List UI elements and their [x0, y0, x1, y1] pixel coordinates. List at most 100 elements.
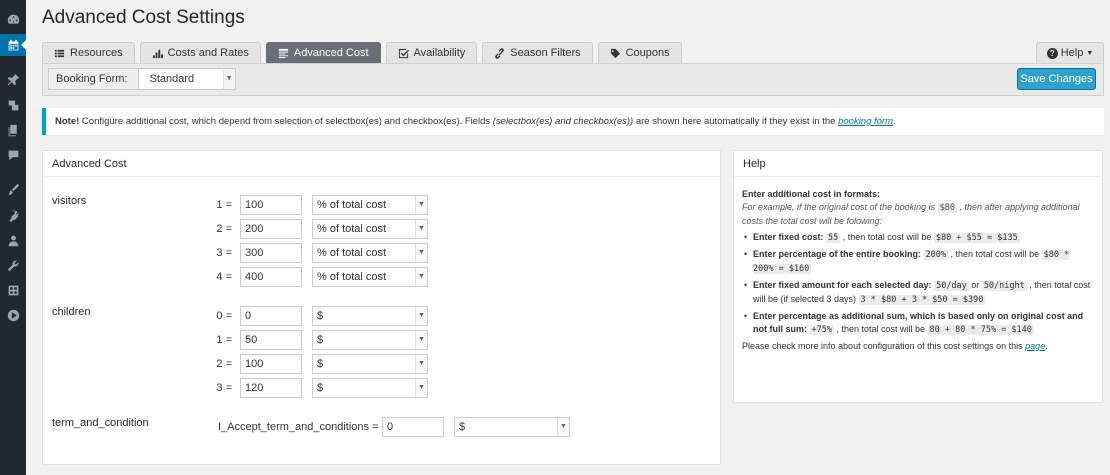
notice-text-2: are shown here automatically if they exi… [633, 116, 839, 127]
help-item-text: , then total cost will be [840, 232, 934, 242]
tab-label: Costs and Rates [167, 47, 249, 59]
cost-value-input[interactable]: 0 [382, 417, 444, 437]
cost-type-value: % of total cost [317, 199, 387, 211]
help-item-title: Enter fixed cost: [753, 232, 824, 242]
help-panel: Help Enter additional cost in formats: F… [733, 150, 1103, 403]
cost-type-value: $ [317, 358, 324, 370]
cost-type-select[interactable]: % of total cost ▼ [312, 243, 428, 263]
option-label: 1 = [216, 199, 232, 211]
chevron-down-icon: ▼ [415, 331, 427, 349]
help-example-text: For example, if the original cost of the… [742, 202, 938, 212]
tab-availability[interactable]: Availability [385, 42, 478, 63]
cost-type-select[interactable]: $ ▼ [312, 330, 428, 350]
help-list-item: Enter fixed cost: 55 , then total cost w… [742, 231, 1092, 245]
tools-icon[interactable] [0, 254, 26, 276]
help-dropdown[interactable]: ? Help ▼ [1036, 42, 1104, 63]
bar-chart-icon [152, 49, 163, 58]
check-square-icon [398, 48, 409, 58]
cost-type-select[interactable]: $ ▼ [312, 354, 428, 374]
caret-down-icon: ▼ [1086, 49, 1094, 57]
help-code: 50/day [934, 281, 969, 291]
page-title: Advanced Cost Settings [42, 7, 245, 28]
cost-type-select[interactable]: % of total cost ▼ [312, 267, 428, 287]
help-list-item: Enter percentage as additional sum, whic… [742, 310, 1092, 337]
cost-value-input[interactable]: 300 [240, 243, 302, 263]
help-page-link[interactable]: page [1025, 341, 1045, 351]
cost-type-value: $ [317, 382, 324, 394]
advanced-cost-panel: Advanced Cost visitors 1 = 100 % of tota… [42, 150, 721, 465]
booking-form-label: Booking Form: [48, 68, 138, 90]
pages-icon[interactable] [0, 119, 26, 141]
chevron-down-icon: ▼ [415, 268, 427, 286]
cost-type-value: % of total cost [317, 271, 387, 283]
settings-icon[interactable] [0, 279, 26, 301]
help-item-text: , then total cost will be [834, 324, 928, 334]
booking-form-link[interactable]: booking form [838, 116, 893, 127]
cost-value-input[interactable]: 120 [240, 378, 302, 398]
tab-label: Season Filters [510, 47, 581, 59]
tag-icon [610, 48, 620, 58]
link-icon [495, 47, 505, 59]
media-icon[interactable] [0, 94, 26, 116]
option-label: 2 = [216, 358, 232, 370]
option-label: 3 = [216, 382, 232, 394]
cost-type-select[interactable]: % of total cost ▼ [312, 195, 428, 215]
booking-form-select[interactable]: Standard ▼ [137, 68, 236, 90]
cost-type-value: $ [317, 310, 324, 322]
chevron-down-icon: ▼ [415, 379, 427, 397]
help-circle-icon: ? [1046, 47, 1058, 59]
help-item-title: Enter fixed amount for each selected day… [753, 280, 932, 290]
pin-icon[interactable] [0, 68, 26, 90]
help-list: Enter fixed cost: 55 , then total cost w… [742, 231, 1092, 337]
cost-type-select[interactable]: $ ▼ [312, 306, 428, 326]
cost-type-select[interactable]: $ ▼ [312, 378, 428, 398]
help-item-text: or [968, 280, 982, 290]
cost-type-value: $ [459, 421, 466, 433]
cost-value-input[interactable]: 200 [240, 219, 302, 239]
chevron-down-icon: ▼ [415, 244, 427, 262]
option-label: 1 = [216, 334, 232, 346]
help-item-title: Enter percentage of the entire booking: [753, 249, 922, 259]
field-name-children: children [52, 306, 91, 318]
cost-value-input[interactable]: 0 [240, 306, 302, 326]
chevron-down-icon: ▼ [557, 418, 569, 436]
cost-value-input[interactable]: 100 [240, 354, 302, 374]
cost-type-value: % of total cost [317, 223, 387, 235]
help-code: $80 + $55 = $135 [933, 233, 1020, 243]
plugins-icon[interactable] [0, 204, 26, 226]
tab-costs-and-rates[interactable]: Costs and Rates [139, 42, 261, 63]
comments-icon[interactable] [0, 144, 26, 166]
save-changes-button[interactable]: Save Changes [1017, 68, 1096, 90]
tab-label: Advanced Cost [293, 47, 369, 59]
appearance-icon[interactable] [0, 178, 26, 200]
calendar-icon[interactable] [0, 34, 26, 56]
tab-advanced-cost[interactable]: Advanced Cost [265, 42, 381, 63]
cost-type-value: $ [317, 334, 324, 346]
help-footer: Please check more info about configurati… [742, 340, 1092, 353]
cost-value-input[interactable]: 50 [240, 330, 302, 350]
tab-coupons[interactable]: Coupons [597, 42, 682, 63]
help-code: 80 + 80 * 75% = $140 [927, 325, 1034, 335]
cost-type-select[interactable]: $ ▼ [454, 417, 570, 437]
dashboard-icon[interactable] [0, 8, 26, 30]
advanced-icon [278, 48, 288, 58]
cost-type-select[interactable]: % of total cost ▼ [312, 219, 428, 239]
help-code: 3 * $80 + 3 * $50 = $390 [858, 295, 986, 305]
play-icon[interactable] [0, 304, 26, 326]
panel-title: Advanced Cost [43, 151, 720, 177]
cost-value-input[interactable]: 400 [240, 267, 302, 287]
cost-value-input[interactable]: 100 [240, 195, 302, 215]
tab-season-filters[interactable]: Season Filters [482, 42, 593, 63]
help-tab-label: Help [1060, 47, 1084, 59]
help-code: 200% [923, 250, 949, 260]
help-item-text: , then total cost will be [948, 249, 1042, 259]
tab-resources[interactable]: Resources [42, 42, 135, 63]
list-icon [54, 49, 65, 57]
chevron-down-icon: ▼ [415, 355, 427, 373]
field-name-term-and-condition: term_and_condition [52, 417, 149, 429]
users-icon[interactable] [0, 229, 26, 251]
notice-text-3: . [893, 116, 896, 127]
chevron-down-icon: ▼ [415, 307, 427, 325]
toolbar: Booking Form: Standard ▼ Save Changes [42, 63, 1104, 96]
cost-type-value: % of total cost [317, 247, 387, 259]
